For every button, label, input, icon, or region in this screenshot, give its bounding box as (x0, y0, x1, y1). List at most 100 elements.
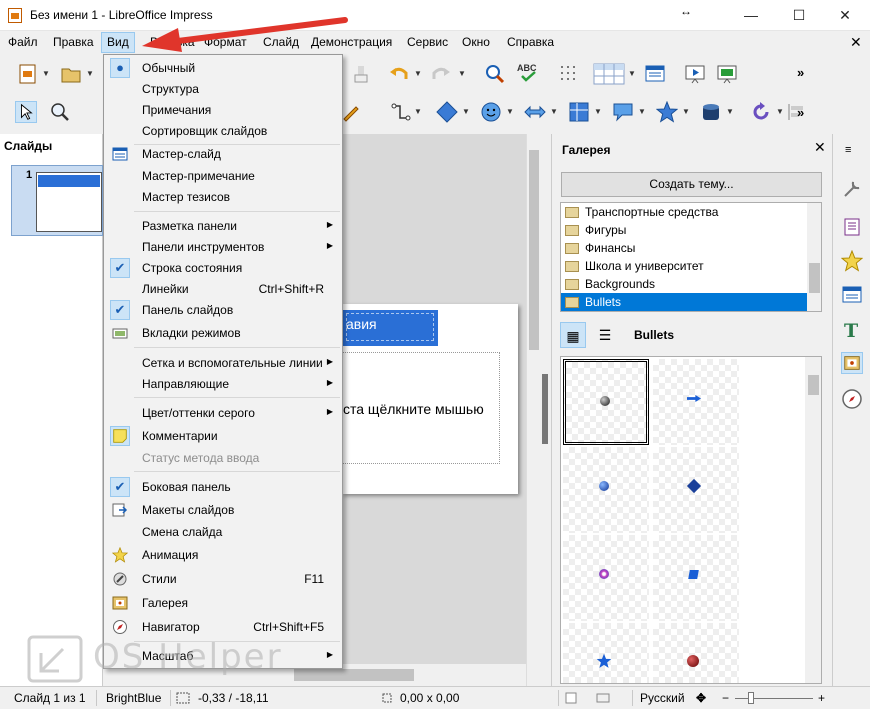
callout-icon[interactable] (612, 101, 634, 123)
open-folder-icon[interactable] (60, 63, 82, 85)
menu-edit[interactable]: Правка (53, 35, 94, 49)
zoom-slider-handle[interactable] (748, 692, 754, 704)
view-menu-toolbars[interactable]: Панели инструментов ▶ (104, 236, 342, 257)
gallery-item[interactable] (653, 447, 739, 533)
fit-slide-icon[interactable]: ✥ (696, 691, 706, 705)
gallery-item[interactable] (563, 623, 649, 683)
view-menu-view-tabs[interactable]: Вкладки режимов (104, 322, 342, 343)
zoom-slider-track[interactable] (735, 698, 813, 699)
view-menu-slide-sorter[interactable]: Сортировщик слайдов (104, 120, 342, 141)
connector-dropdown-arrow[interactable]: ▼ (414, 107, 422, 116)
navigator-compass-icon[interactable] (841, 388, 863, 410)
basic-shapes-diamond-icon[interactable] (436, 101, 458, 123)
master-slides-icon[interactable] (841, 216, 863, 238)
view-menu-sidebar[interactable]: ✔ Боковая панель (104, 476, 342, 497)
gallery-item[interactable] (563, 447, 649, 533)
view-menu-notes[interactable]: Примечания (104, 99, 342, 120)
clone-formatting-icon[interactable] (350, 63, 372, 85)
properties-wrench-icon[interactable] (841, 178, 863, 200)
3d-objects-dropdown-arrow[interactable]: ▼ (726, 107, 734, 116)
theme-item[interactable]: Backgrounds (561, 275, 807, 293)
flowchart-icon[interactable] (568, 101, 590, 123)
view-menu-ui-layout[interactable]: Разметка панели ▶ (104, 215, 342, 236)
theme-item[interactable]: Школа и университет (561, 257, 807, 275)
sidebar-menu-icon[interactable]: ≡ (845, 144, 851, 156)
toolbar-overflow-icon[interactable]: » (797, 65, 804, 80)
view-menu-gallery[interactable]: Галерея (104, 592, 342, 613)
new-document-icon[interactable] (17, 63, 39, 85)
table-dropdown-arrow[interactable]: ▼ (628, 69, 636, 78)
menu-help[interactable]: Справка (507, 35, 554, 49)
view-menu-color-grayscale[interactable]: Цвет/оттенки серого ▶ (104, 402, 342, 423)
status-master-name[interactable]: BrightBlue (106, 691, 161, 705)
rotate-dropdown-arrow[interactable]: ▼ (776, 107, 784, 116)
theme-item[interactable]: Финансы (561, 239, 807, 257)
gallery-sidebar-icon[interactable] (841, 352, 863, 374)
slideshow-from-current-icon[interactable] (716, 63, 738, 85)
theme-item[interactable]: Фигуры (561, 221, 807, 239)
find-replace-icon[interactable] (484, 63, 506, 85)
view-menu-styles[interactable]: Стили F11 (104, 568, 342, 589)
connector-icon[interactable] (390, 101, 412, 123)
close-window-button[interactable]: ✕ (830, 4, 860, 26)
view-menu-normal[interactable]: ● Обычный (104, 57, 342, 78)
line-color-pencil-icon[interactable] (340, 101, 362, 123)
gallery-item[interactable] (563, 535, 649, 621)
open-dropdown-arrow[interactable]: ▼ (86, 69, 94, 78)
new-dropdown-arrow[interactable]: ▼ (42, 69, 50, 78)
theme-item[interactable]: Транспортные средства (561, 203, 807, 221)
menu-view[interactable]: Вид (101, 32, 135, 53)
view-menu-master-notes[interactable]: Мастер-примечание (104, 165, 342, 186)
gallery-item[interactable] (563, 359, 649, 445)
minimize-button[interactable]: — (736, 4, 766, 26)
view-menu-slide-transition[interactable]: Смена слайда (104, 521, 342, 542)
smiley-symbol-shapes-icon[interactable] (480, 101, 502, 123)
menu-file[interactable]: Файл (8, 35, 38, 49)
slide-title-placeholder[interactable]: авия (342, 310, 438, 346)
start-slideshow-icon[interactable] (684, 63, 706, 85)
rotate-icon[interactable] (750, 101, 772, 123)
gallery-item[interactable] (653, 359, 739, 445)
zoom-in-icon[interactable]: + (818, 691, 825, 705)
gallery-grid-scrollbar[interactable] (805, 357, 821, 683)
icon-view-button[interactable]: ▦ (560, 322, 586, 348)
themes-list-scrollbar[interactable] (807, 203, 821, 311)
digital-signature-icon[interactable] (596, 692, 610, 704)
maximize-button[interactable]: ☐ (784, 4, 814, 26)
zoom-out-icon[interactable]: − (722, 691, 729, 705)
undo-icon[interactable] (388, 63, 410, 85)
star-shapes-icon[interactable] (656, 101, 678, 123)
slide-thumbnail[interactable]: 1 (11, 165, 103, 236)
spellcheck-icon[interactable]: ABC (516, 61, 538, 83)
grid-display-icon[interactable] (558, 63, 580, 85)
view-menu-animation[interactable]: Анимация (104, 544, 342, 565)
select-pointer-icon[interactable] (15, 101, 37, 123)
view-menu-master-handout[interactable]: Мастер тезисов (104, 186, 342, 207)
menu-tools[interactable]: Сервис (407, 35, 448, 49)
new-theme-button[interactable]: Создать тему... (561, 172, 822, 197)
slide-transition-icon[interactable] (841, 284, 863, 306)
gallery-close-button[interactable]: ✕ (814, 139, 826, 156)
drawing-toolbar-overflow-icon[interactable]: » (797, 105, 804, 120)
menu-window[interactable]: Окно (462, 35, 490, 49)
sidebar-splitter[interactable] (540, 134, 550, 686)
callout-dropdown-arrow[interactable]: ▼ (638, 107, 646, 116)
zoom-pan-icon[interactable] (49, 101, 71, 123)
3d-objects-icon[interactable] (700, 101, 722, 123)
basic-shapes-dropdown-arrow[interactable]: ▼ (462, 107, 470, 116)
view-menu-grid-helplines[interactable]: Сетка и вспомогательные линии ▶ (104, 352, 342, 373)
view-menu-snap-guides[interactable]: Направляющие ▶ (104, 373, 342, 394)
view-menu-slide-layouts[interactable]: Макеты слайдов (104, 499, 342, 520)
slide-content-placeholder[interactable]: ста щёлкните мышью (342, 352, 500, 464)
view-menu-slide-pane[interactable]: ✔ Панель слайдов (104, 299, 342, 320)
view-menu-master-slide[interactable]: Мастер-слайд (104, 143, 342, 164)
view-menu-rulers[interactable]: Линейки Ctrl+Shift+R (104, 278, 342, 299)
star-shapes-dropdown-arrow[interactable]: ▼ (682, 107, 690, 116)
view-menu-navigator[interactable]: Навигатор Ctrl+Shift+F5 (104, 616, 342, 637)
styles-t-icon[interactable]: T (841, 318, 863, 340)
view-menu-outline[interactable]: Структура (104, 78, 342, 99)
view-menu-comments[interactable]: Комментарии (104, 425, 342, 446)
symbol-shapes-dropdown-arrow[interactable]: ▼ (506, 107, 514, 116)
gallery-item[interactable] (653, 623, 739, 683)
undo-dropdown-arrow[interactable]: ▼ (414, 69, 422, 78)
